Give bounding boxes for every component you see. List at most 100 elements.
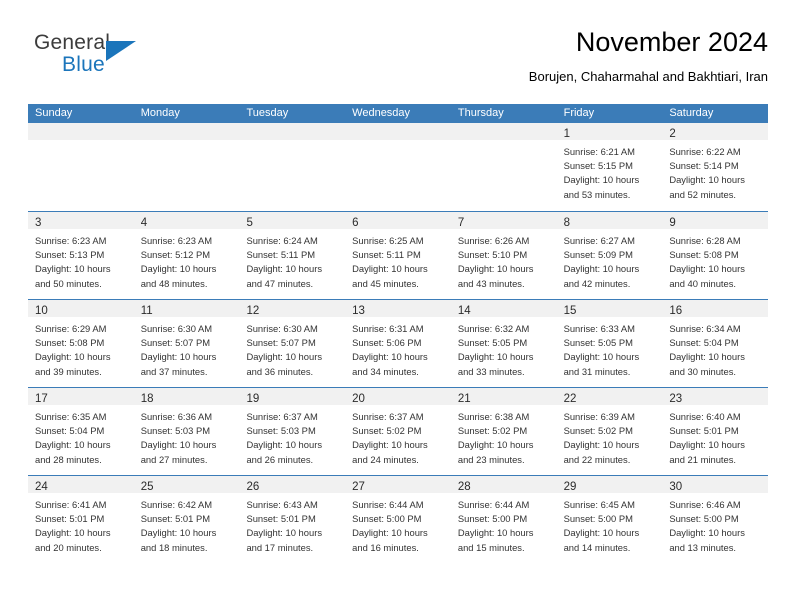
calendar-week-row: 3 Sunrise: 6:23 AM Sunset: 5:13 PM Daylight… — [28, 211, 769, 299]
calendar-day-cell[interactable]: 25 Sunrise: 6:42 AM Sunset: 5:01 PM Dayligh… — [133, 476, 240, 563]
daylight-text-line2: and 39 minutes. — [35, 365, 102, 377]
day-number-band: 15 — [556, 300, 663, 317]
day-number-band: 1 — [556, 123, 663, 140]
calendar-day-cell[interactable]: 2 Sunrise: 6:22 AM Sunset: 5:14 PM Daylight… — [662, 123, 769, 211]
day-details: Sunrise: 6:23 AM Sunset: 5:12 PM Daylight:… — [134, 229, 240, 291]
calendar-page: General Blue November 2024 Borujen, Chah… — [0, 0, 792, 612]
sunset-text: Sunset: 5:12 PM — [140, 249, 211, 261]
sunrise-text: Sunrise: 6:41 AM — [35, 499, 107, 510]
day-details: Sunrise: 6:23 AM Sunset: 5:13 PM Daylight:… — [28, 229, 134, 291]
daylight-text-line2: and 48 minutes. — [140, 277, 208, 289]
daylight-text-line1: Daylight: 10 hours — [457, 439, 534, 451]
calendar-day-cell[interactable]: 24 Sunrise: 6:41 AM Sunset: 5:01 PM Dayligh… — [28, 476, 134, 563]
daylight-text-line2: and 18 minutes. — [140, 541, 208, 553]
weekday-header-thursday: Thursday — [457, 107, 504, 119]
sunrise-text: Sunrise: 6:46 AM — [669, 499, 741, 510]
sunset-text: Sunset: 5:05 PM — [563, 337, 633, 349]
day-details — [345, 140, 451, 145]
daylight-text-line1: Daylight: 10 hours — [563, 439, 640, 451]
calendar-day-cell[interactable]: 5 Sunrise: 6:24 AM Sunset: 5:11 PM Daylight… — [239, 212, 346, 299]
day-details: Sunrise: 6:32 AM Sunset: 5:05 PM Daylight:… — [451, 317, 557, 379]
sunrise-text: Sunrise: 6:45 AM — [563, 499, 635, 510]
calendar-day-cell[interactable]: 6 Sunrise: 6:25 AM Sunset: 5:11 PM Daylight… — [345, 212, 451, 299]
calendar-day-cell[interactable]: 13 Sunrise: 6:31 AM Sunset: 5:06 PM Dayligh… — [345, 300, 451, 387]
calendar-weeks: 1 Sunrise: 6:21 AM Sunset: 5:15 PM Daylight… — [28, 123, 769, 563]
day-number-band: 19 — [239, 388, 346, 405]
calendar-day-cell[interactable]: 18 Sunrise: 6:36 AM Sunset: 5:03 PM Dayligh… — [133, 388, 240, 475]
weekday-header-wednesday: Wednesday — [352, 107, 411, 119]
sunset-text: Sunset: 5:02 PM — [563, 425, 633, 437]
day-details: Sunrise: 6:44 AM Sunset: 5:00 PM Daylight:… — [451, 493, 557, 555]
day-number-band — [450, 123, 557, 140]
calendar-week-row: 10 Sunrise: 6:29 AM Sunset: 5:08 PM Dayligh… — [28, 299, 769, 387]
sunrise-text: Sunrise: 6:23 AM — [140, 235, 213, 246]
calendar-day-cell[interactable]: 8 Sunrise: 6:27 AM Sunset: 5:09 PM Daylight… — [556, 212, 663, 299]
day-number: 17 — [35, 393, 48, 405]
day-number-band: 9 — [662, 212, 769, 229]
day-number: 21 — [457, 393, 471, 405]
calendar-day-cell[interactable]: 28 Sunrise: 6:44 AM Sunset: 5:00 PM Dayligh… — [450, 476, 557, 563]
sunrise-text: Sunrise: 6:40 AM — [669, 411, 741, 422]
calendar-day-cell[interactable]: 3 Sunrise: 6:23 AM Sunset: 5:13 PM Daylight… — [28, 212, 134, 299]
daylight-text-line1: Daylight: 10 hours — [246, 263, 323, 275]
calendar-day-cell[interactable]: 10 Sunrise: 6:29 AM Sunset: 5:08 PM Dayligh… — [28, 300, 134, 387]
daylight-text-line1: Daylight: 10 hours — [246, 439, 323, 451]
day-number: 18 — [140, 393, 154, 405]
sunset-text: Sunset: 5:04 PM — [35, 425, 105, 437]
calendar-day-cell[interactable]: 27 Sunrise: 6:44 AM Sunset: 5:00 PM Dayligh… — [345, 476, 451, 563]
daylight-text-line2: and 27 minutes. — [140, 453, 208, 465]
daylight-text-line2: and 31 minutes. — [563, 365, 631, 377]
calendar-day-cell[interactable]: 20 Sunrise: 6:37 AM Sunset: 5:02 PM Dayligh… — [345, 388, 451, 475]
calendar-day-cell[interactable]: 14 Sunrise: 6:32 AM Sunset: 5:05 PM Dayligh… — [450, 300, 557, 387]
day-number-band — [28, 123, 134, 140]
calendar-day-cell[interactable]: 23 Sunrise: 6:40 AM Sunset: 5:01 PM Dayligh… — [662, 388, 769, 475]
sunset-text: Sunset: 5:08 PM — [669, 249, 739, 261]
calendar-day-cell[interactable]: 4 Sunrise: 6:23 AM Sunset: 5:12 PM Daylight… — [133, 212, 240, 299]
day-details: Sunrise: 6:37 AM Sunset: 5:02 PM Daylight:… — [345, 405, 451, 467]
weekday-header-monday: Monday — [140, 107, 180, 119]
calendar-day-cell[interactable]: 21 Sunrise: 6:38 AM Sunset: 5:02 PM Dayligh… — [450, 388, 557, 475]
calendar-day-cell[interactable]: 11 Sunrise: 6:30 AM Sunset: 5:07 PM Dayligh… — [133, 300, 240, 387]
triangle-icon — [106, 41, 136, 61]
calendar-day-cell[interactable]: 9 Sunrise: 6:28 AM Sunset: 5:08 PM Daylight… — [662, 212, 769, 299]
day-details: Sunrise: 6:28 AM Sunset: 5:08 PM Daylight:… — [662, 229, 768, 291]
calendar-day-cell[interactable]: 30 Sunrise: 6:46 AM Sunset: 5:00 PM Dayligh… — [662, 476, 769, 563]
weekday-header-row: Sunday Monday Tuesday Wednesday Thursday Frid… — [28, 104, 768, 123]
calendar-day-cell[interactable]: 7 Sunrise: 6:26 AM Sunset: 5:10 PM Daylight… — [450, 212, 557, 299]
calendar-day-cell[interactable]: 22 Sunrise: 6:39 AM Sunset: 5:02 PM Dayligh… — [556, 388, 663, 475]
day-number-band: 6 — [345, 212, 451, 229]
calendar-day-cell[interactable]: 29 Sunrise: 6:45 AM Sunset: 5:00 PM Dayligh… — [556, 476, 663, 563]
calendar-day-cell[interactable]: 17 Sunrise: 6:35 AM Sunset: 5:04 PM Dayligh… — [28, 388, 134, 475]
day-details: Sunrise: 6:40 AM Sunset: 5:01 PM Daylight:… — [662, 405, 768, 467]
sunrise-text: Sunrise: 6:37 AM — [246, 411, 318, 422]
day-details: Sunrise: 6:42 AM Sunset: 5:01 PM Daylight:… — [134, 493, 240, 555]
sunrise-text: Sunrise: 6:28 AM — [669, 235, 741, 246]
day-number-band: 27 — [345, 476, 451, 493]
generalblue-logo[interactable]: General Blue — [34, 32, 214, 88]
sunrise-text: Sunrise: 6:32 AM — [457, 323, 530, 334]
sunset-text: Sunset: 5:01 PM — [246, 513, 316, 525]
calendar-day-cell[interactable]: 26 Sunrise: 6:43 AM Sunset: 5:01 PM Dayligh… — [239, 476, 346, 563]
sunrise-text: Sunrise: 6:22 AM — [669, 146, 741, 157]
day-number: 25 — [140, 481, 154, 493]
day-number-band: 28 — [450, 476, 557, 493]
day-details: Sunrise: 6:30 AM Sunset: 5:07 PM Daylight:… — [134, 317, 240, 379]
calendar-cell-empty — [450, 123, 557, 211]
daylight-text-line2: and 47 minutes. — [246, 277, 314, 289]
day-number-band: 22 — [556, 388, 663, 405]
calendar-day-cell[interactable]: 1 Sunrise: 6:21 AM Sunset: 5:15 PM Daylight… — [556, 123, 663, 211]
day-number: 7 — [457, 217, 465, 229]
sunrise-text: Sunrise: 6:36 AM — [140, 411, 213, 422]
day-details: Sunrise: 6:34 AM Sunset: 5:04 PM Daylight:… — [662, 317, 768, 379]
sunset-text: Sunset: 5:03 PM — [246, 425, 316, 437]
sunrise-text: Sunrise: 6:30 AM — [140, 323, 213, 334]
day-number: 12 — [246, 305, 260, 317]
daylight-text-line1: Daylight: 10 hours — [352, 527, 428, 539]
calendar-day-cell[interactable]: 15 Sunrise: 6:33 AM Sunset: 5:05 PM Dayligh… — [556, 300, 663, 387]
calendar-day-cell[interactable]: 19 Sunrise: 6:37 AM Sunset: 5:03 PM Dayligh… — [239, 388, 346, 475]
sunset-text: Sunset: 5:10 PM — [457, 249, 528, 261]
calendar-day-cell[interactable]: 16 Sunrise: 6:34 AM Sunset: 5:04 PM Dayligh… — [662, 300, 769, 387]
day-number: 28 — [457, 481, 471, 493]
day-number: 5 — [246, 217, 253, 229]
calendar-day-cell[interactable]: 12 Sunrise: 6:30 AM Sunset: 5:07 PM Dayligh… — [239, 300, 346, 387]
